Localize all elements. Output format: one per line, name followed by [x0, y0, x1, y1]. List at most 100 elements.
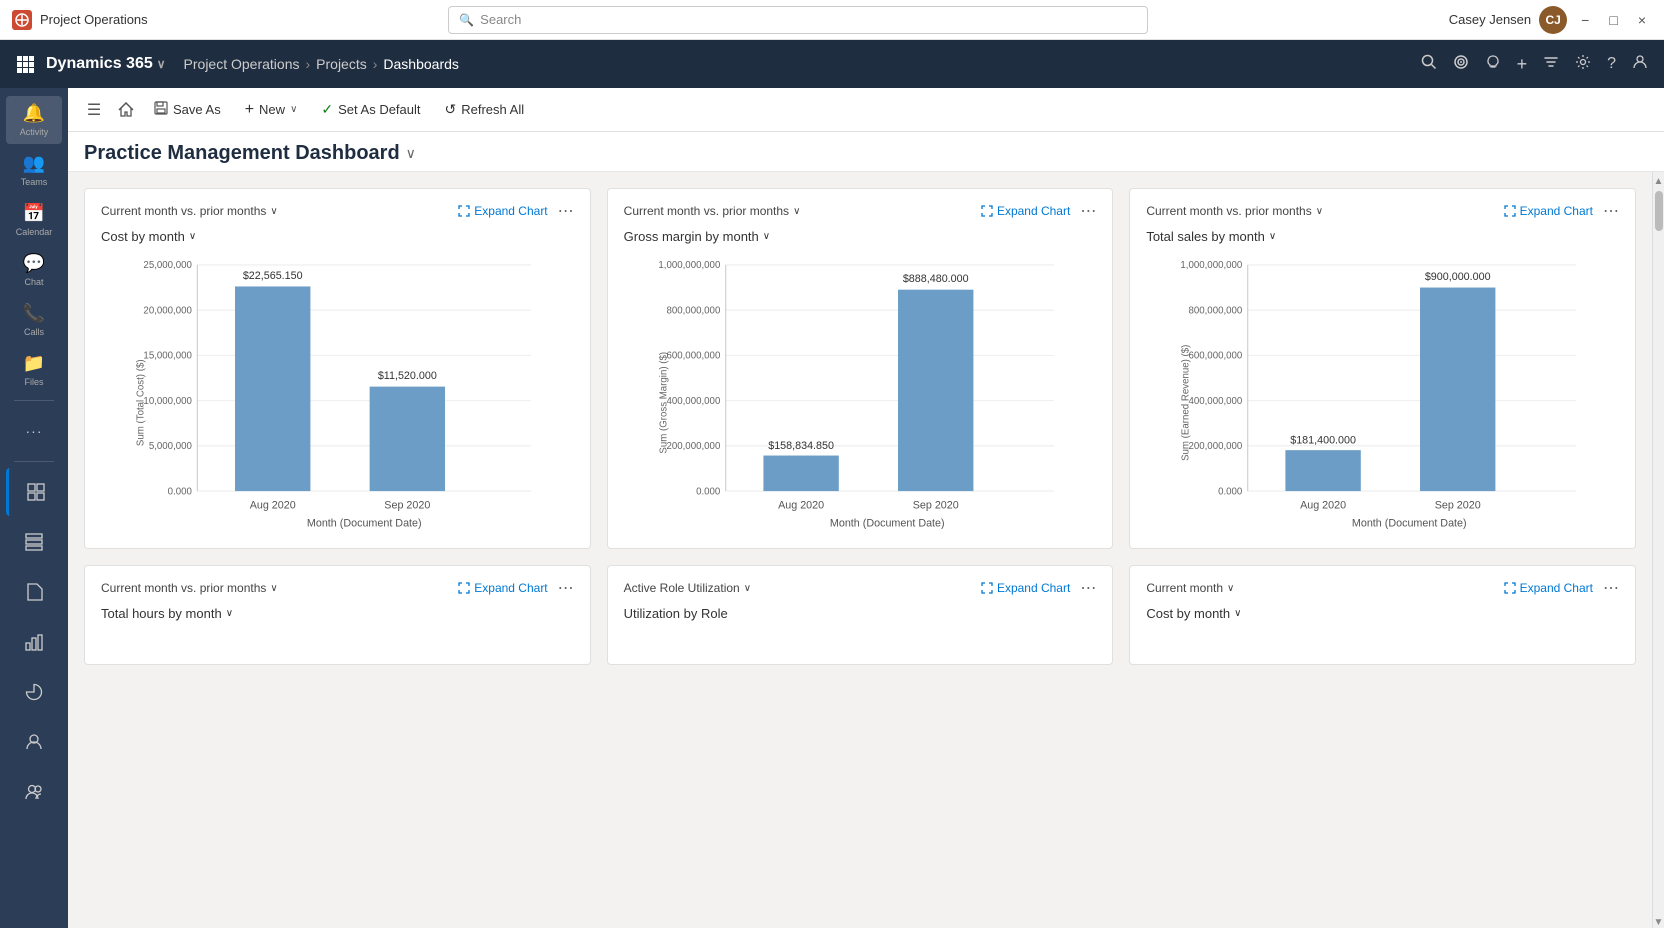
save-as-icon: [154, 101, 168, 118]
chart1-filter[interactable]: Current month vs. prior months ∨: [101, 204, 278, 218]
chart2-more-button[interactable]: ⋯: [1080, 201, 1096, 221]
bchart1-filter[interactable]: Current month vs. prior months ∨: [101, 581, 278, 595]
sidebar-item-chat[interactable]: 💬 Chat: [6, 246, 62, 294]
minimize-button[interactable]: −: [1575, 10, 1595, 30]
sidebar-item-teams[interactable]: 👥 Teams: [6, 146, 62, 194]
set-default-button[interactable]: ✓ Set As Default: [311, 97, 430, 122]
search-bar[interactable]: 🔍 Search: [448, 6, 1148, 34]
sidebar-divider2: [14, 461, 54, 462]
chart2-expand-button[interactable]: Expand Chart: [981, 204, 1070, 218]
bchart1-subtitle[interactable]: Total hours by month ∨: [101, 606, 574, 621]
c3-y1: 1,000,000,000: [1181, 260, 1244, 271]
bchart3-more-button[interactable]: ⋯: [1603, 578, 1619, 598]
calendar-label: Calendar: [16, 227, 53, 237]
chart1-expand-button[interactable]: Expand Chart: [458, 204, 547, 218]
bar1-aug[interactable]: [235, 286, 310, 491]
bchart3-expand-button[interactable]: Expand Chart: [1504, 581, 1593, 595]
sidebar-item-activity[interactable]: 🔔 Activity: [6, 96, 62, 144]
new-button[interactable]: + New ∨: [235, 97, 308, 123]
bchart1-expand-label: Expand Chart: [474, 581, 547, 595]
files-label: Files: [24, 377, 43, 387]
chart3-filter-chevron-icon: ∨: [1316, 206, 1323, 217]
nav-target-icon[interactable]: [1453, 54, 1469, 75]
refresh-all-button[interactable]: ↺ Refresh All: [435, 97, 535, 122]
chart-card-3: Current month vs. prior months ∨ Expand …: [1129, 188, 1636, 549]
waffle-menu-button[interactable]: [16, 55, 34, 73]
c3-bar-aug[interactable]: [1286, 450, 1361, 491]
nav-plus-icon[interactable]: +: [1517, 54, 1528, 75]
expand-icon: [458, 205, 470, 217]
scrollbar[interactable]: ▲ ▼: [1652, 172, 1664, 928]
sidebar-item-report1[interactable]: [6, 568, 62, 616]
save-as-button[interactable]: Save As: [144, 97, 231, 122]
bchart2-filter[interactable]: Active Role Utilization ∨: [624, 581, 751, 595]
y-label-0: 0.000: [168, 486, 193, 497]
sidebar-item-dashboard2[interactable]: [6, 518, 62, 566]
chart2-subtitle[interactable]: Gross margin by month ∨: [624, 229, 1097, 244]
sidebar-item-chart1[interactable]: [6, 618, 62, 666]
bchart3-filter[interactable]: Current month ∨: [1146, 581, 1234, 595]
charts-container: Current month vs. prior months ∨ Expand …: [68, 172, 1652, 928]
dashboard-title-chevron-icon[interactable]: ∨: [406, 145, 416, 162]
dashboard2-icon: [25, 533, 43, 551]
maximize-button[interactable]: □: [1603, 10, 1623, 30]
y-label-20m: 20,000,000: [143, 305, 192, 316]
dashboard1-icon: [27, 483, 45, 501]
charts-row-2: Current month vs. prior months ∨ Expand …: [84, 565, 1636, 665]
bar1-sep[interactable]: [370, 387, 445, 491]
files-icon: 📁: [23, 353, 45, 374]
dynamics-brand[interactable]: Dynamics 365 ∨: [46, 55, 166, 73]
scroll-up-button[interactable]: ▲: [1654, 176, 1664, 187]
toolbar: ☰ Save As + New ∨ ✓ Set As Default ↺: [68, 88, 1664, 132]
bexpand2-icon: [981, 582, 993, 594]
bchart2-more-button[interactable]: ⋯: [1080, 578, 1096, 598]
chart1-expand-label: Expand Chart: [474, 204, 547, 218]
sidebar-item-dashboard1[interactable]: [6, 468, 62, 516]
bchart3-subtitle[interactable]: Cost by month ∨: [1146, 606, 1619, 621]
breadcrumb-project-operations[interactable]: Project Operations: [184, 56, 300, 72]
y-label-15m: 15,000,000: [143, 351, 192, 362]
scroll-thumb[interactable]: [1655, 191, 1663, 231]
bchart2-expand-button[interactable]: Expand Chart: [981, 581, 1070, 595]
person1-icon: [25, 733, 43, 751]
chart3-subtitle[interactable]: Total sales by month ∨: [1146, 229, 1619, 244]
close-button[interactable]: ×: [1632, 10, 1652, 30]
user-name: Casey Jensen: [1449, 12, 1531, 27]
home-button[interactable]: [112, 96, 140, 124]
breadcrumb-projects[interactable]: Projects: [316, 56, 367, 72]
sidebar-item-person1[interactable]: [6, 718, 62, 766]
nav-lightbulb-icon[interactable]: [1485, 54, 1501, 75]
nav-person-icon[interactable]: [1632, 54, 1648, 75]
sidebar-item-chart2[interactable]: [6, 668, 62, 716]
chart-card-2: Current month vs. prior months ∨ Expand …: [607, 188, 1114, 549]
chart3-more-button[interactable]: ⋯: [1603, 201, 1619, 221]
sidebar-item-person2[interactable]: [6, 768, 62, 816]
person2-icon: [25, 783, 43, 801]
nav-gear-icon[interactable]: [1575, 54, 1591, 75]
y-axis-title: Sum (Total Cost) ($): [135, 359, 146, 446]
sidebar-item-calendar[interactable]: 📅 Calendar: [6, 196, 62, 244]
c2-bar-aug[interactable]: [763, 456, 838, 492]
chart1-subtitle[interactable]: Cost by month ∨: [101, 229, 574, 244]
c2-bar-sep[interactable]: [898, 290, 973, 491]
nav-question-icon[interactable]: ?: [1607, 55, 1616, 73]
scroll-down-button[interactable]: ▼: [1654, 917, 1664, 928]
chart3-filter[interactable]: Current month vs. prior months ∨: [1146, 204, 1323, 218]
sidebar-item-more[interactable]: ···: [6, 407, 62, 455]
nav-search-icon[interactable]: [1421, 54, 1437, 75]
c3-bar-sep[interactable]: [1420, 288, 1495, 492]
chart3-svg-wrapper: 1,000,000,000 800,000,000 600,000,000 40…: [1146, 252, 1619, 532]
nav-filter-icon[interactable]: [1543, 54, 1559, 75]
chart3-expand-button[interactable]: Expand Chart: [1504, 204, 1593, 218]
chart1-more-button[interactable]: ⋯: [558, 201, 574, 221]
y-label-25m: 25,000,000: [143, 260, 192, 271]
breadcrumb-dashboards[interactable]: Dashboards: [383, 56, 459, 72]
new-chevron-icon[interactable]: ∨: [290, 104, 297, 115]
bchart1-expand-button[interactable]: Expand Chart: [458, 581, 547, 595]
chart2-filter[interactable]: Current month vs. prior months ∨: [624, 204, 801, 218]
sidebar-item-files[interactable]: 📁 Files: [6, 346, 62, 394]
bchart1-more-button[interactable]: ⋯: [558, 578, 574, 598]
toolbar-menu-button[interactable]: ☰: [80, 96, 108, 124]
search-icon: 🔍: [459, 13, 474, 27]
sidebar-item-calls[interactable]: 📞 Calls: [6, 296, 62, 344]
